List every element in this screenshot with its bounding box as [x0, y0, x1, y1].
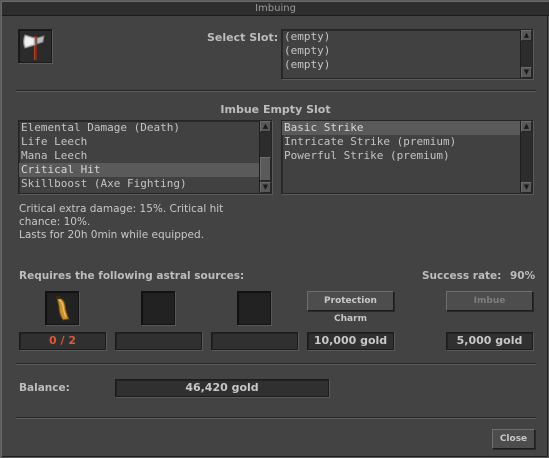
imbuement-type-item[interactable]: Elemental Damage (Death): [19, 121, 271, 135]
slot-option[interactable]: (empty): [282, 44, 532, 58]
imbuement-description: Critical extra damage: 15%. Critical hit…: [19, 203, 259, 242]
scroll-thumb[interactable]: [260, 157, 271, 181]
imbuement-tier-item[interactable]: Powerful Strike (premium): [282, 149, 532, 163]
imbuing-window: Imbuing Select Slot: (empty) (empty) (em…: [0, 0, 549, 458]
window-title: Imbuing: [2, 2, 549, 16]
astral-source-count: 0 / 2: [19, 332, 106, 350]
close-button[interactable]: Close: [492, 429, 535, 449]
imbuement-type-item-selected[interactable]: Critical Hit: [19, 163, 271, 177]
imbue-item-slot: [18, 29, 52, 63]
description-line: chance: 10%.: [19, 216, 91, 228]
protection-charm-button[interactable]: Protection Charm: [307, 291, 394, 324]
imbuement-type-item[interactable]: Skillboost (Axe Fighting): [19, 177, 271, 191]
imbue-button[interactable]: Imbue: [446, 291, 533, 311]
imbuement-type-scrollbar[interactable]: ▲ ▼: [259, 121, 271, 193]
scroll-up-icon[interactable]: ▲: [521, 121, 532, 132]
imbuement-type-item[interactable]: Life Leech: [19, 135, 271, 149]
imbuement-tier-item[interactable]: Intricate Strike (premium): [282, 135, 532, 149]
balance-label: Balance:: [19, 382, 70, 394]
scroll-down-icon[interactable]: ▼: [521, 67, 532, 78]
balance-value: 46,420 gold: [115, 379, 329, 397]
description-line: Lasts for 20h 0min while equipped.: [19, 229, 204, 241]
protection-charm-cost: 10,000 gold: [307, 332, 394, 350]
imbuement-type-item[interactable]: Mana Leech: [19, 149, 271, 163]
astral-source-slot-empty: [237, 291, 271, 325]
requirements-label: Requires the following astral sources:: [19, 270, 245, 282]
imbuement-tier-scrollbar[interactable]: ▲ ▼: [520, 121, 532, 193]
success-rate-value: 90%: [510, 270, 536, 282]
divider: [16, 417, 536, 419]
scroll-down-icon[interactable]: ▼: [521, 182, 532, 193]
scroll-down-icon[interactable]: ▼: [260, 182, 271, 193]
astral-source-count-empty: [115, 332, 202, 350]
select-slot-label: Select Slot:: [207, 31, 279, 44]
scroll-up-icon[interactable]: ▲: [260, 121, 271, 132]
imbuement-tier-list[interactable]: Basic Strike Intricate Strike (premium) …: [281, 120, 533, 194]
axe-icon: [23, 34, 45, 60]
scroll-up-icon[interactable]: ▲: [521, 30, 532, 41]
success-rate-label: Success rate:: [422, 270, 502, 282]
astral-source-slot-empty: [141, 291, 175, 325]
description-line: Critical extra damage: 15%. Critical hit: [19, 203, 224, 215]
imbue-cost: 5,000 gold: [446, 332, 533, 350]
divider: [16, 90, 536, 92]
slot-list-scrollbar[interactable]: ▲ ▼: [520, 30, 532, 78]
astral-source-slot: [45, 291, 79, 325]
slot-list[interactable]: (empty) (empty) (empty) ▲ ▼: [281, 29, 533, 79]
slot-option[interactable]: (empty): [282, 58, 532, 72]
imbuement-type-list[interactable]: Elemental Damage (Death) Life Leech Mana…: [18, 120, 272, 194]
imbue-section-title: Imbue Empty Slot: [220, 103, 331, 116]
imbuement-tier-item-selected[interactable]: Basic Strike: [282, 121, 532, 135]
slot-option[interactable]: (empty): [282, 30, 532, 44]
divider: [16, 363, 536, 365]
astral-source-count-empty: [211, 332, 298, 350]
protective-charm-icon: [56, 296, 70, 321]
